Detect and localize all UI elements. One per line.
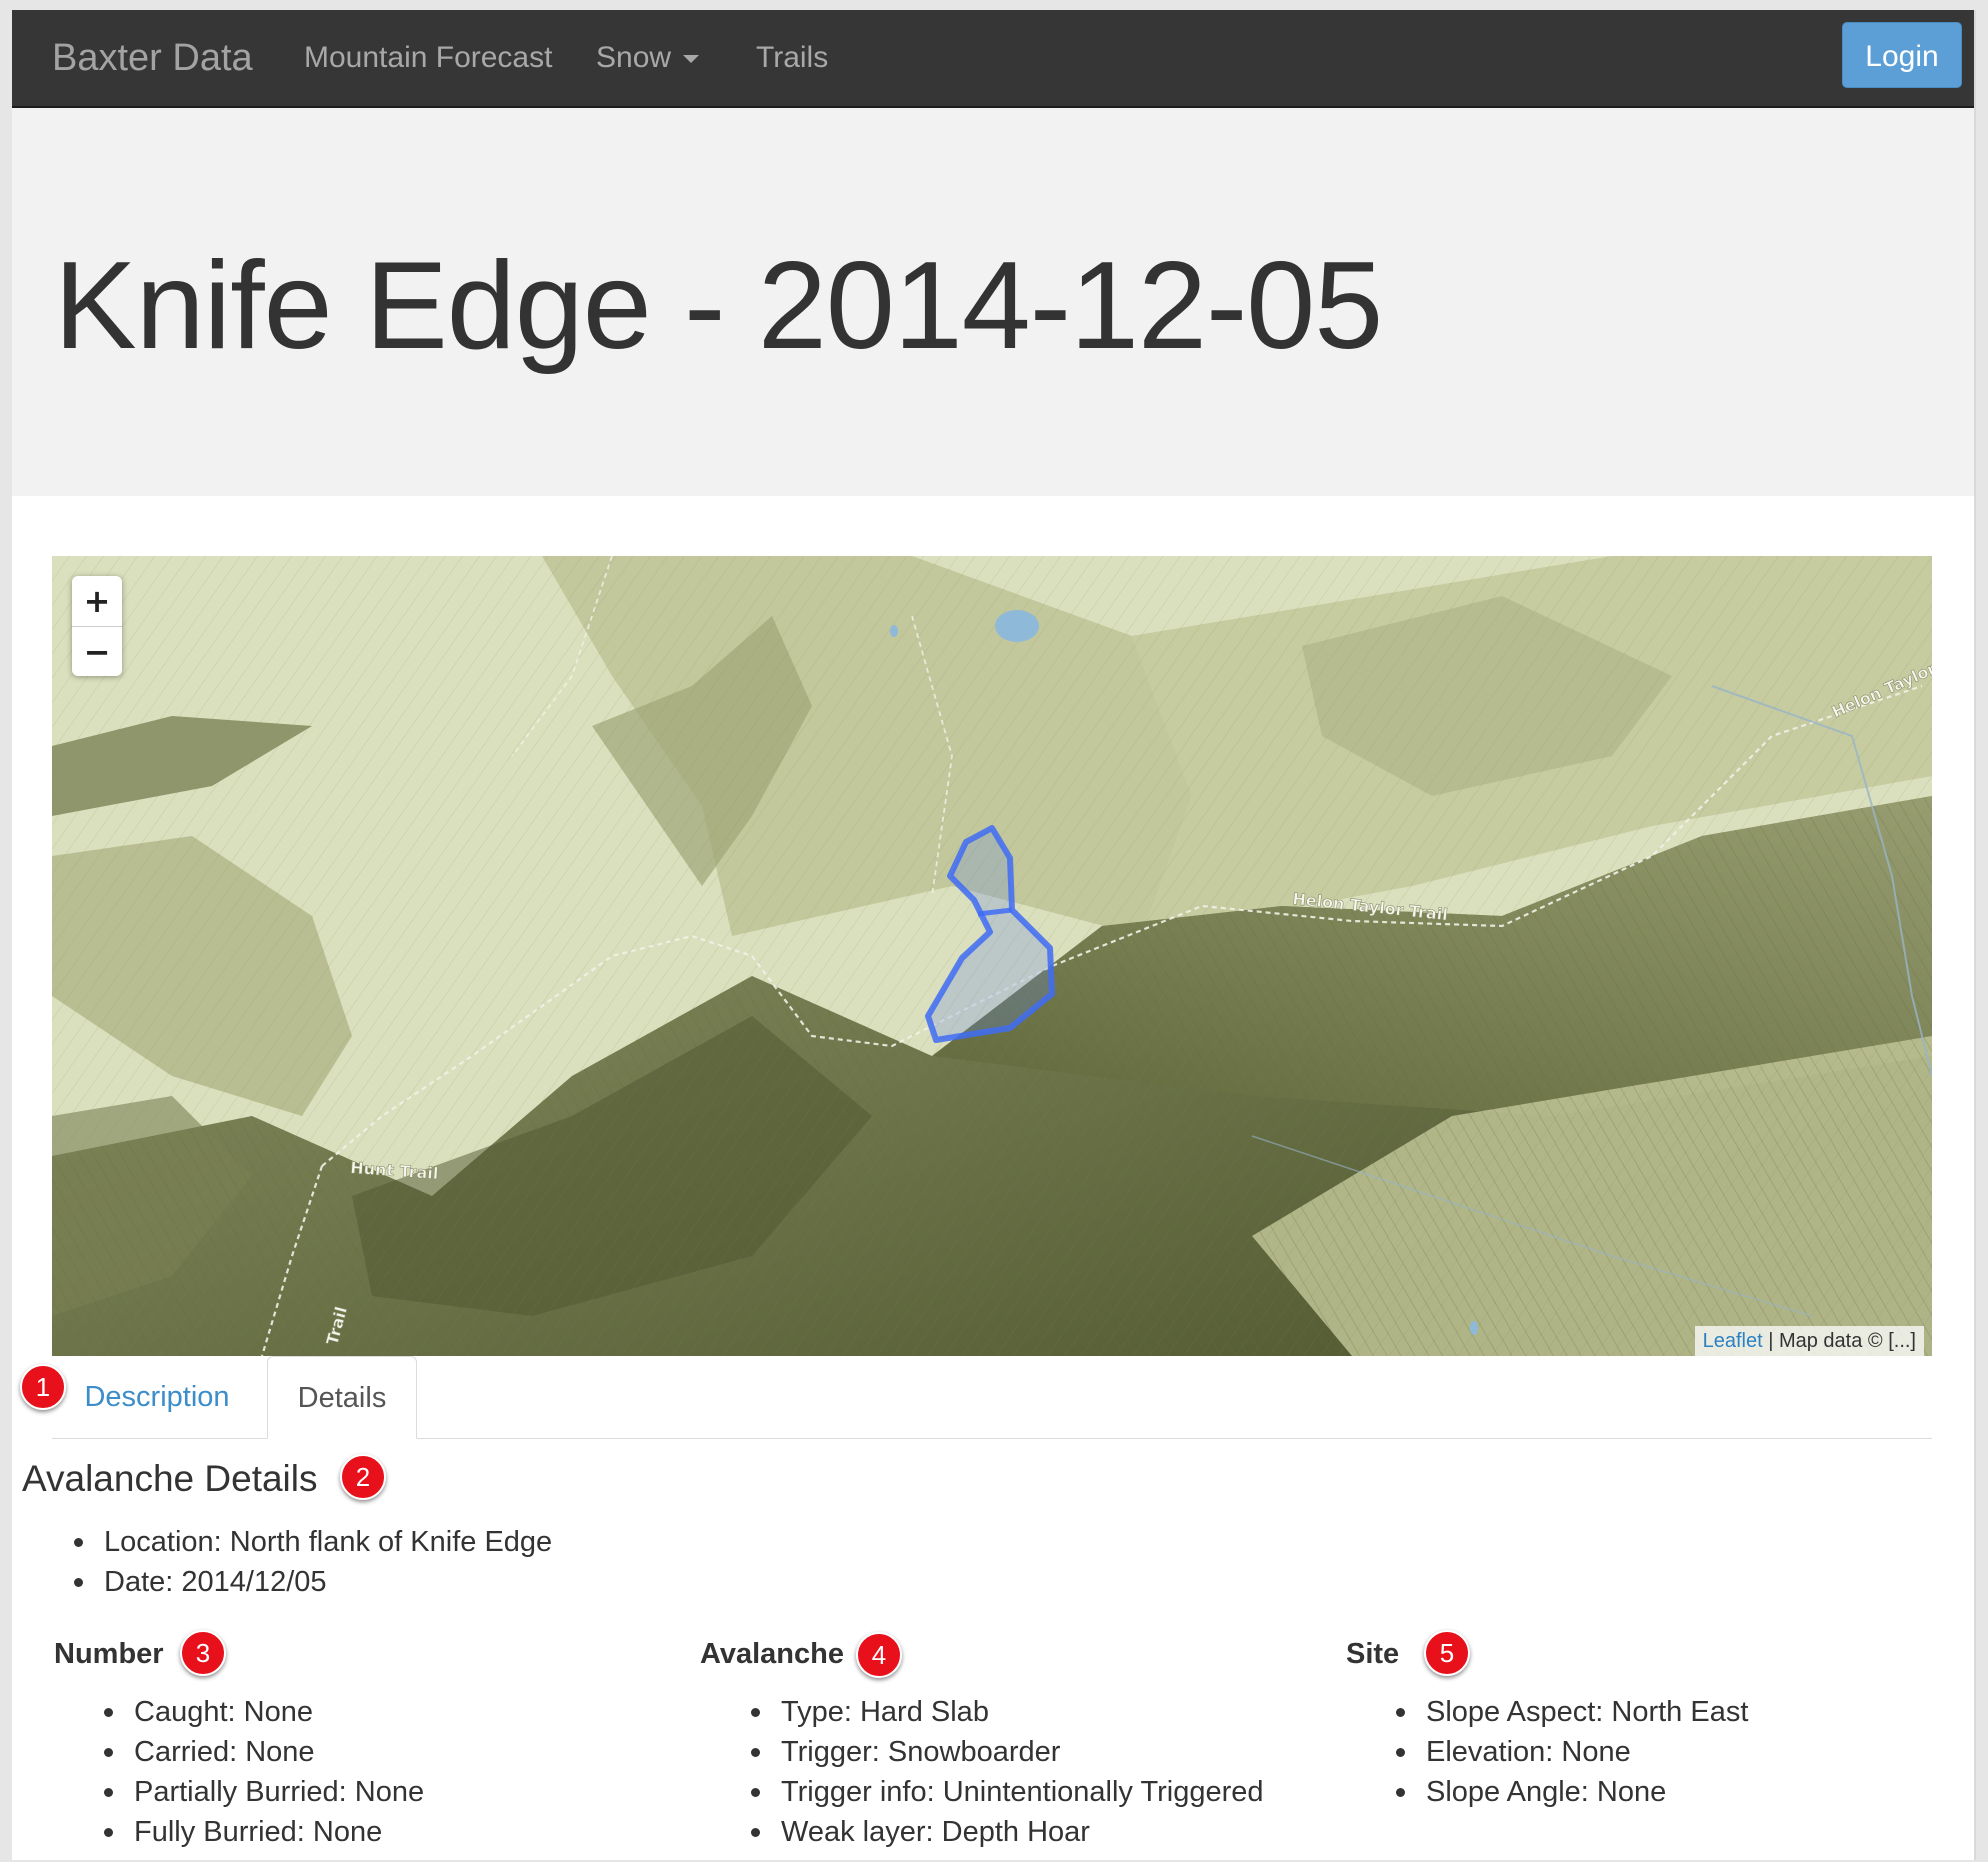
column-title-number: Number [54,1638,164,1670]
tab-details[interactable]: Details [267,1356,417,1439]
attribution-text: | Map data © [...] [1762,1330,1916,1352]
browser-page: Baxter Data Mountain Forecast Snow Trail… [12,10,1976,1860]
tab-description[interactable]: Description [52,1356,262,1437]
list-item: Trigger info: Unintentionally Triggered [747,1772,1264,1812]
zoom-in-button[interactable]: + [72,576,122,627]
nav-trails[interactable]: Trails [756,10,828,106]
zoom-out-button[interactable]: − [72,627,122,677]
nav-snow-dropdown[interactable]: Snow [596,10,700,106]
callout-marker-5: 5 [1424,1630,1470,1676]
page-title: Knife Edge - 2014-12-05 [54,237,1383,375]
header-jumbotron: Knife Edge - 2014-12-05 [12,108,1974,496]
tab-bar: Description Details [52,1356,1932,1439]
map-attribution: Leaflet | Map data © [...] [1694,1326,1924,1356]
map[interactable]: Helon Taylor Trail Helon Taylor Hunt Tra… [52,556,1932,1356]
leaflet-link[interactable]: Leaflet [1703,1330,1763,1352]
list-item: Partially Burried: None [100,1772,424,1812]
list-item: Type: Hard Slab [747,1692,1264,1732]
number-list: Caught: None Carried: None Partially Bur… [100,1692,424,1852]
list-item: Trigger: Snowboarder [747,1732,1264,1772]
zoom-control: + − [72,576,122,676]
column-title-avalanche: Avalanche [700,1638,844,1670]
list-item: Date: 2014/12/05 [70,1562,552,1602]
section-title: Avalanche Details [22,1458,318,1499]
navbar: Baxter Data Mountain Forecast Snow Trail… [12,10,1974,108]
list-item: Slope Angle: None [1392,1772,1748,1812]
list-item: Caught: None [100,1692,424,1732]
nav-mountain-forecast[interactable]: Mountain Forecast [304,10,552,106]
list-item: Weak layer: Depth Hoar [747,1812,1264,1852]
site-list: Slope Aspect: North East Elevation: None… [1392,1692,1748,1812]
summary-list: Location: North flank of Knife Edge Date… [70,1522,552,1602]
nav-snow-label: Snow [596,41,672,74]
terrain-tiles: Helon Taylor Trail Helon Taylor Hunt Tra… [52,556,1932,1356]
list-item: Carried: None [100,1732,424,1772]
list-item: Elevation: None [1392,1732,1748,1772]
brand-link[interactable]: Baxter Data [52,10,253,106]
callout-marker-2: 2 [340,1454,386,1500]
callout-marker-4: 4 [856,1632,902,1678]
caret-down-icon [683,55,700,64]
callout-marker-1: 1 [20,1364,66,1410]
list-item: Slope Aspect: North East [1392,1692,1748,1732]
callout-marker-3: 3 [180,1630,226,1676]
avalanche-list: Type: Hard Slab Trigger: Snowboarder Tri… [747,1692,1264,1852]
login-button[interactable]: Login [1842,22,1962,88]
column-title-site: Site [1346,1638,1400,1670]
list-item: Location: North flank of Knife Edge [70,1522,552,1562]
list-item: Fully Burried: None [100,1812,424,1852]
